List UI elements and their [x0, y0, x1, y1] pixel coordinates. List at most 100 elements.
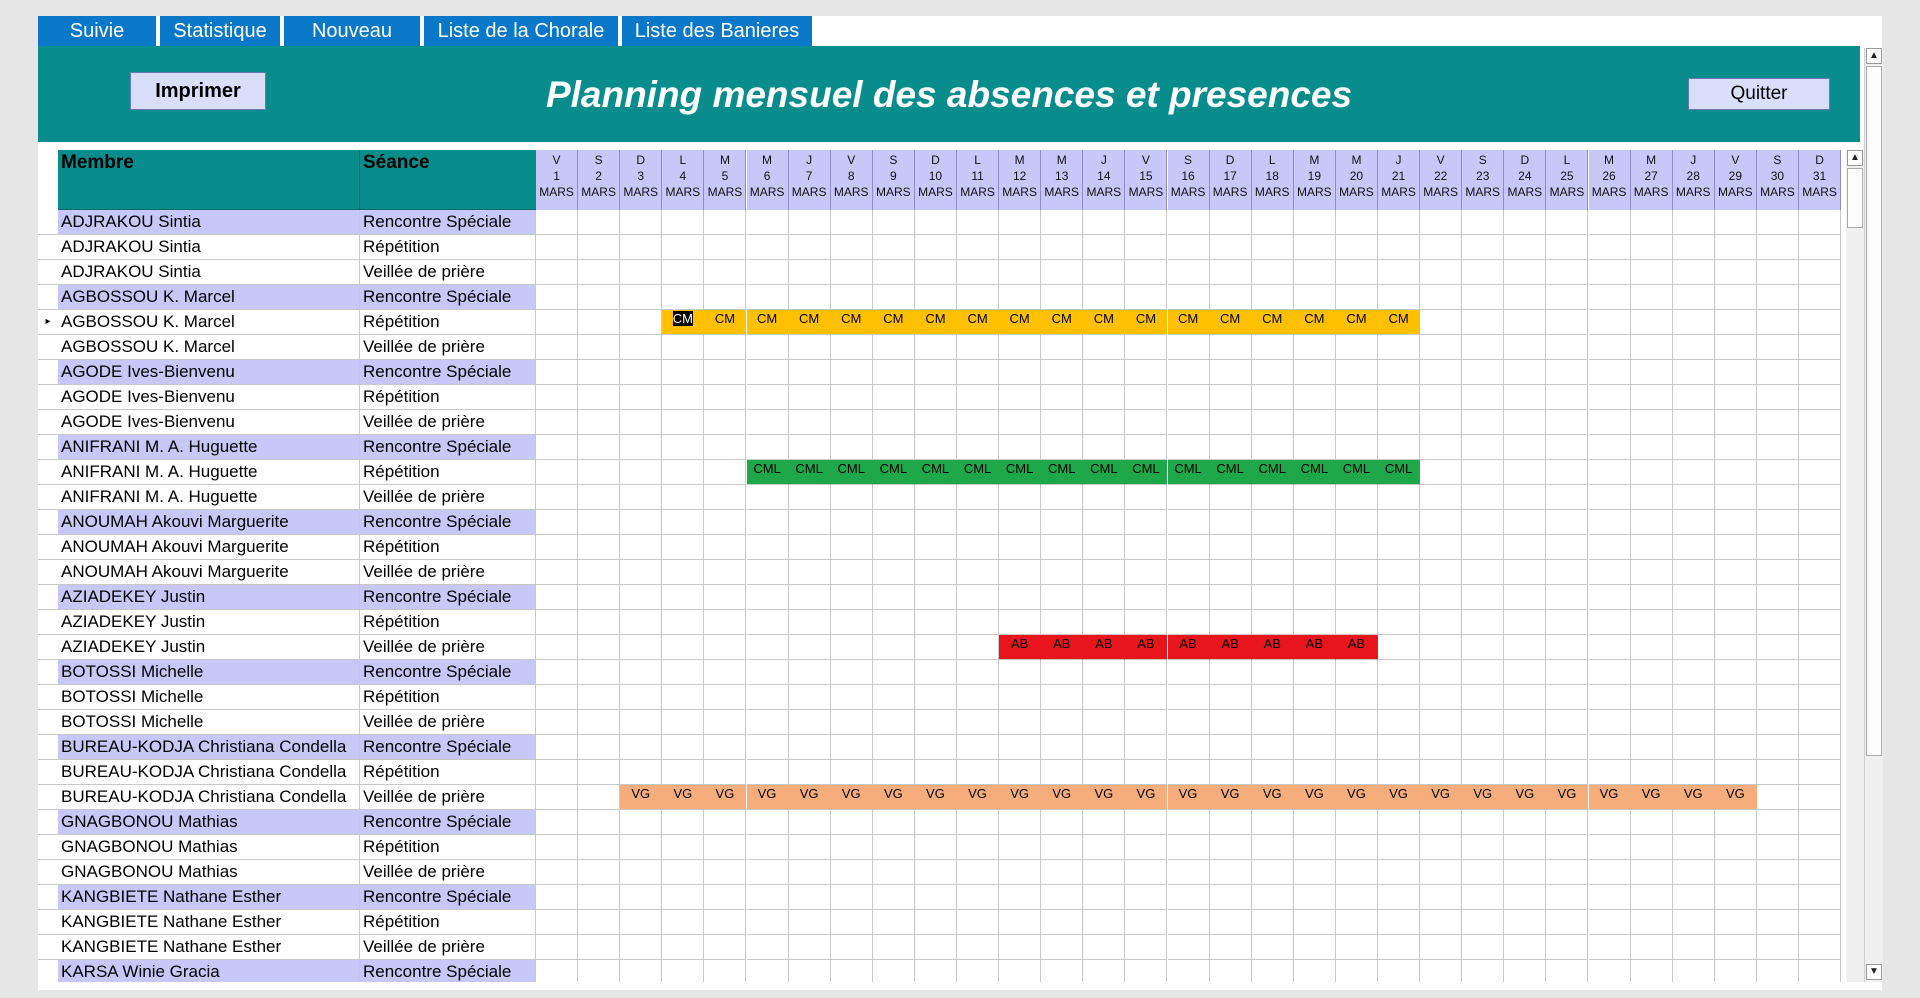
- member-cell[interactable]: ANOUMAH Akouvi Marguerite: [58, 535, 360, 560]
- day-cell[interactable]: [1167, 685, 1210, 710]
- day-cell[interactable]: [578, 785, 621, 810]
- day-cell[interactable]: [872, 210, 915, 235]
- day-cell[interactable]: [1209, 585, 1252, 610]
- day-cell[interactable]: [1167, 810, 1210, 835]
- member-cell[interactable]: GNAGBONOU Mathias: [58, 810, 360, 835]
- day-cell[interactable]: [1714, 660, 1757, 685]
- day-cell[interactable]: [1714, 635, 1757, 660]
- day-cell[interactable]: [1588, 535, 1631, 560]
- day-cell[interactable]: [1672, 510, 1715, 535]
- day-cell[interactable]: [1209, 760, 1252, 785]
- day-cell[interactable]: [830, 260, 873, 285]
- day-cell[interactable]: [662, 860, 705, 885]
- day-cell[interactable]: [1083, 935, 1126, 960]
- day-cell[interactable]: [1167, 885, 1210, 910]
- quit-button[interactable]: Quitter: [1688, 78, 1830, 110]
- day-cell[interactable]: [1462, 210, 1505, 235]
- day-cell[interactable]: [578, 810, 621, 835]
- day-cell[interactable]: [1083, 510, 1126, 535]
- day-cell[interactable]: [1251, 710, 1294, 735]
- row-selector[interactable]: [38, 635, 58, 660]
- day-cell[interactable]: [1588, 210, 1631, 235]
- day-cell[interactable]: [1335, 560, 1378, 585]
- row-selector[interactable]: [38, 835, 58, 860]
- day-cell[interactable]: [1378, 260, 1421, 285]
- status-mark[interactable]: CM: [1167, 310, 1210, 335]
- day-cell[interactable]: [1378, 835, 1421, 860]
- day-cell[interactable]: [1125, 660, 1168, 685]
- day-cell[interactable]: [788, 910, 831, 935]
- tab-statistique[interactable]: Statistique: [160, 16, 280, 46]
- day-cell[interactable]: [830, 810, 873, 835]
- day-cell[interactable]: [620, 585, 663, 610]
- day-cell[interactable]: [578, 735, 621, 760]
- day-cell[interactable]: [1083, 860, 1126, 885]
- day-cell[interactable]: [1504, 285, 1547, 310]
- day-cell[interactable]: [1420, 310, 1463, 335]
- day-cell[interactable]: [1756, 410, 1799, 435]
- day-cell[interactable]: [999, 810, 1042, 835]
- status-mark[interactable]: AB: [999, 635, 1042, 660]
- day-cell[interactable]: [1335, 935, 1378, 960]
- day-cell[interactable]: [1588, 435, 1631, 460]
- day-cell[interactable]: [578, 435, 621, 460]
- day-cell[interactable]: [1546, 685, 1589, 710]
- status-mark[interactable]: VG: [1083, 785, 1126, 810]
- day-cell[interactable]: [1546, 235, 1589, 260]
- day-cell[interactable]: [1546, 610, 1589, 635]
- day-cell[interactable]: [1756, 785, 1799, 810]
- day-cell[interactable]: [704, 685, 747, 710]
- day-cell[interactable]: [747, 960, 789, 982]
- day-cell[interactable]: [1504, 260, 1547, 285]
- table-row[interactable]: KANGBIETE Nathane Esther Rencontre Spécia…: [38, 885, 1846, 910]
- day-cell[interactable]: [914, 610, 957, 635]
- day-cell[interactable]: [1799, 460, 1842, 485]
- member-cell[interactable]: ANOUMAH Akouvi Marguerite: [58, 560, 360, 585]
- table-row[interactable]: AZIADEKEY Justin Veillée de prière AB AB AB A…: [38, 635, 1846, 660]
- day-cell[interactable]: [999, 335, 1042, 360]
- status-mark[interactable]: VG: [872, 785, 915, 810]
- member-cell[interactable]: BOTOSSI Michelle: [58, 685, 360, 710]
- table-row[interactable]: GNAGBONOU Mathias Rencontre Spéciale: [38, 810, 1846, 835]
- status-mark[interactable]: CML: [1167, 460, 1210, 485]
- day-cell[interactable]: [1041, 760, 1084, 785]
- day-cell[interactable]: [1588, 485, 1631, 510]
- day-cell[interactable]: [1209, 335, 1252, 360]
- day-cell[interactable]: [999, 235, 1042, 260]
- day-cell[interactable]: [1630, 235, 1673, 260]
- day-cell[interactable]: [578, 860, 621, 885]
- day-cell[interactable]: [1378, 710, 1421, 735]
- day-cell[interactable]: [872, 660, 915, 685]
- day-cell[interactable]: [662, 585, 705, 610]
- day-cell[interactable]: [1378, 685, 1421, 710]
- day-cell[interactable]: [704, 460, 747, 485]
- day-cell[interactable]: [1630, 485, 1673, 510]
- day-cell[interactable]: [662, 910, 705, 935]
- day-cell[interactable]: [1630, 685, 1673, 710]
- day-cell[interactable]: [1251, 560, 1294, 585]
- day-cell[interactable]: [1588, 710, 1631, 735]
- grid-scroll-up-icon[interactable]: ▲: [1847, 150, 1863, 166]
- day-cell[interactable]: [1167, 335, 1210, 360]
- day-cell[interactable]: [704, 585, 747, 610]
- day-cell[interactable]: [1672, 685, 1715, 710]
- day-cell[interactable]: [746, 910, 789, 935]
- day-cell[interactable]: [1714, 610, 1757, 635]
- day-cell[interactable]: [1251, 535, 1294, 560]
- day-cell[interactable]: [1335, 860, 1378, 885]
- day-cell[interactable]: [788, 610, 831, 635]
- day-cell[interactable]: [1041, 210, 1084, 235]
- day-cell[interactable]: [704, 560, 747, 585]
- day-cell[interactable]: [1209, 510, 1252, 535]
- day-cell[interactable]: [788, 585, 831, 610]
- day-cell[interactable]: [1251, 385, 1294, 410]
- day-cell[interactable]: [1504, 610, 1547, 635]
- day-cell[interactable]: [1799, 660, 1842, 685]
- day-cell[interactable]: [1462, 860, 1505, 885]
- row-selector[interactable]: [38, 210, 58, 235]
- day-cell[interactable]: [1209, 485, 1252, 510]
- day-cell[interactable]: [620, 710, 663, 735]
- day-cell[interactable]: [1799, 635, 1842, 660]
- day-cell[interactable]: [1672, 485, 1715, 510]
- day-cell[interactable]: [1041, 660, 1084, 685]
